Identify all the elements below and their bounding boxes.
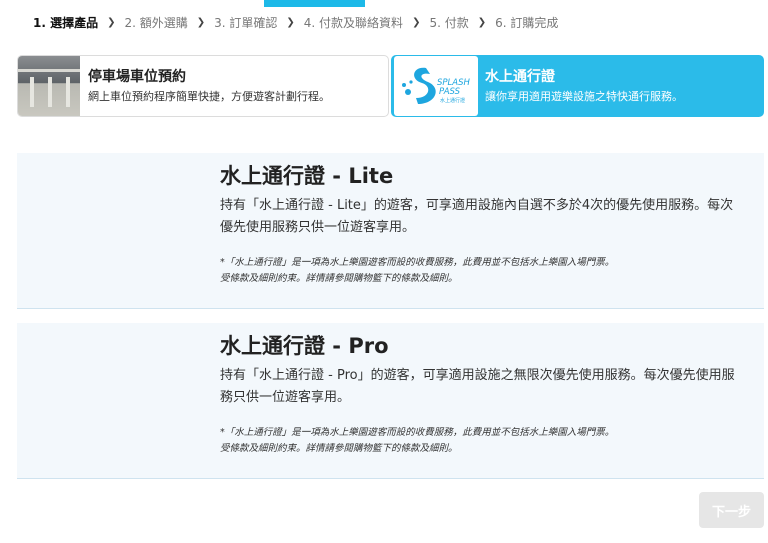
product-category-tabs: 停車場車位預約 網上車位預約程序簡單快捷，方便遊客計劃行程。 SPLASH PA… bbox=[17, 55, 764, 118]
step-payment: 5. 付款 bbox=[429, 16, 469, 30]
product-description: 持有「水上通行證 - Pro」的遊客，可享適用設施之無限次優先使用服務。每次優先… bbox=[220, 368, 735, 405]
chevron-right-icon: ❯ bbox=[107, 17, 116, 28]
product-title: 水上通行證 - Pro bbox=[220, 334, 389, 358]
splash-pass-logo: SPLASH PASS 水上通行證 bbox=[394, 56, 478, 116]
tab-title: 水上通行證 bbox=[485, 69, 555, 85]
chevron-right-icon: ❯ bbox=[286, 17, 295, 28]
chevron-right-icon: ❯ bbox=[412, 17, 421, 28]
product-card-pro: 水上通行證 - Pro 持有「水上通行證 - Pro」的遊客，可享適用設施之無限… bbox=[17, 323, 764, 479]
parking-lot-image bbox=[18, 56, 80, 116]
tab-description: 讓你享用適用遊樂設施之特快通行服務。 bbox=[485, 90, 683, 103]
tab-splash-pass[interactable]: SPLASH PASS 水上通行證 水上通行證 讓你享用適用遊樂設施之特快通行服… bbox=[391, 55, 764, 117]
step-payment-contact: 4. 付款及聯絡資料 bbox=[303, 16, 404, 30]
tab-title: 停車場車位預約 bbox=[88, 69, 186, 85]
product-terms-note: *「水上通行證」是一項為水上樂園遊客而設的收費服務，此費用並不包括水上樂園入場門… bbox=[220, 425, 746, 457]
step-extras: 2. 額外選購 bbox=[124, 16, 188, 30]
tab-description: 網上車位預約程序簡單快捷，方便遊客計劃行程。 bbox=[88, 90, 330, 103]
step-complete: 6. 訂購完成 bbox=[495, 16, 559, 30]
chevron-right-icon: ❯ bbox=[196, 17, 206, 28]
product-title: 水上通行證 - Lite bbox=[220, 164, 394, 188]
terms-line: 受條款及細則約束。詳情請參閱購物籃下的條款及細則。 bbox=[220, 443, 458, 454]
checkout-steps: 1. 選擇產品 ❯ 2. 額外選購 ❯ 3. 訂單確認 ❯ 4. 付款及聯絡資料… bbox=[33, 14, 558, 31]
product-description: 持有「水上通行證 - Lite」的遊客，可享適用設施內自選不多於4次的優先使用服… bbox=[220, 198, 734, 235]
step-select-product: 1. 選擇產品 bbox=[33, 16, 99, 30]
tab-parking-reservation[interactable]: 停車場車位預約 網上車位預約程序簡單快捷，方便遊客計劃行程。 bbox=[17, 55, 389, 117]
chevron-right-icon: ❯ bbox=[477, 17, 487, 28]
terms-line: *「水上通行證」是一項為水上樂園遊客而設的收費服務，此費用並不包括水上樂園入場門… bbox=[220, 427, 615, 438]
terms-line: *「水上通行證」是一項為水上樂園遊客而設的收費服務，此費用並不包括水上樂園入場門… bbox=[220, 257, 615, 268]
product-terms-note: *「水上通行證」是一項為水上樂園遊客而設的收費服務，此費用並不包括水上樂園入場門… bbox=[220, 255, 746, 287]
terms-line: 受條款及細則約束。詳情請參閱購物籃下的條款及細則。 bbox=[220, 273, 458, 284]
svg-text:水上通行證: 水上通行證 bbox=[440, 97, 465, 104]
active-section-indicator bbox=[264, 0, 365, 7]
next-step-button[interactable]: 下一步 bbox=[699, 492, 764, 528]
product-card-lite: 水上通行證 - Lite 持有「水上通行證 - Lite」的遊客，可享適用設施內… bbox=[17, 153, 764, 309]
svg-text:PASS: PASS bbox=[439, 87, 461, 97]
step-order-confirm: 3. 訂單確認 bbox=[214, 16, 278, 30]
